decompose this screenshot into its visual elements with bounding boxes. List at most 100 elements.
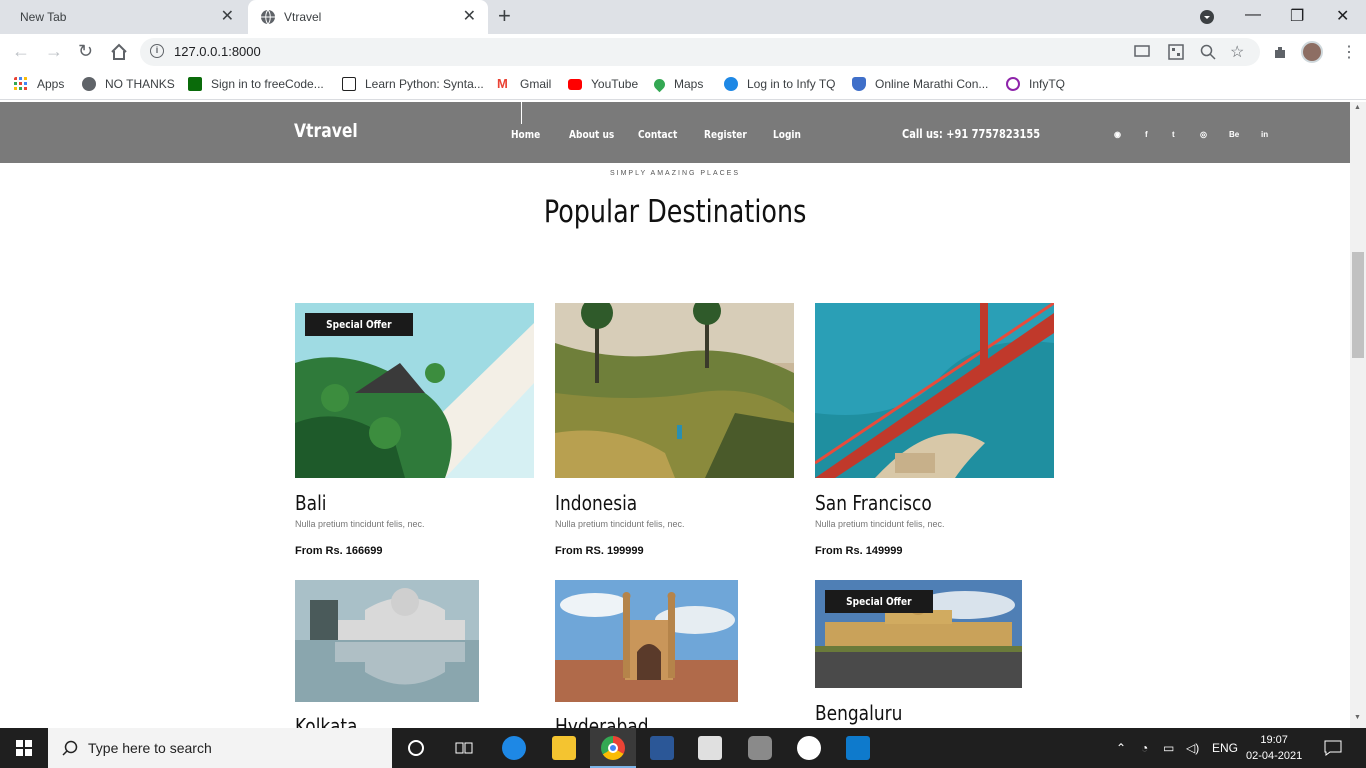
restore-icon[interactable]: ❐ <box>1290 6 1304 26</box>
destination-image-san-francisco[interactable] <box>815 303 1054 478</box>
language-indicator[interactable]: ENG <box>1212 741 1238 755</box>
tab-label: New Tab <box>20 10 67 24</box>
extensions-icon[interactable] <box>1272 44 1288 60</box>
destination-title[interactable]: Hyderabad <box>555 714 665 728</box>
back-icon[interactable]: ← <box>12 42 30 60</box>
windows-taskbar: Type here to search ⌃ ◔ ▭ ◁) ENG 19:07 0… <box>0 728 1366 768</box>
taskbar-clock[interactable]: 19:07 02-04-2021 <box>1246 732 1302 764</box>
facebook-icon[interactable]: f <box>1145 130 1148 139</box>
destination-title[interactable]: Indonesia <box>555 491 652 515</box>
section-title: Popular Destinations <box>543 194 807 230</box>
task-view-icon[interactable] <box>455 740 473 756</box>
destination-description: Nulla pretium tincidunt felis, nec. <box>555 519 685 529</box>
minimize-icon[interactable]: — <box>1245 6 1261 24</box>
word-icon[interactable] <box>650 736 674 760</box>
destination-image-hyderabad[interactable] <box>555 580 738 702</box>
battery-icon[interactable]: ▭ <box>1163 741 1174 755</box>
address-bar[interactable]: i 127.0.0.1:8000 ☆ <box>140 38 1260 66</box>
bookmark-apps[interactable]: Apps <box>14 77 64 91</box>
tab-vtravel[interactable]: Vtravel ✕ <box>248 0 488 34</box>
youtube-icon <box>568 78 582 90</box>
forward-icon[interactable]: → <box>45 42 63 60</box>
destination-price: From RS. 199999 <box>555 545 644 557</box>
destination-image-bengaluru[interactable]: Special Offer <box>815 580 1022 688</box>
app-icon[interactable] <box>797 736 821 760</box>
globe-icon <box>82 77 96 91</box>
chrome-icon-center <box>608 743 618 753</box>
network-icon[interactable]: ◔ <box>1141 741 1148 755</box>
tab-new-tab[interactable]: New Tab ✕ <box>0 0 246 34</box>
bookmark-gmail[interactable]: M Gmail <box>497 77 551 92</box>
destination-description: Nulla pretium tincidunt felis, nec. <box>815 519 945 529</box>
info-icon[interactable]: i <box>150 44 164 58</box>
bookmark-maps[interactable]: Maps <box>651 76 704 92</box>
apps-grid-icon <box>14 77 27 90</box>
avatar[interactable] <box>1301 41 1323 63</box>
bookmark-label: Online Marathi Con... <box>875 77 989 91</box>
bookmark-learn-python[interactable]: Learn Python: Synta... <box>342 77 484 91</box>
bookmark-infy-tq-login[interactable]: Log in to Infy TQ <box>724 77 836 91</box>
scrollbar-thumb[interactable] <box>1352 252 1364 358</box>
bookmark-online-marathi[interactable]: Online Marathi Con... <box>852 77 988 91</box>
tray-chevron-icon[interactable]: ⌃ <box>1116 741 1126 755</box>
bookmark-infytq[interactable]: InfyTQ <box>1006 77 1065 91</box>
nav-register[interactable]: Register <box>704 128 747 141</box>
twitter-icon[interactable]: t <box>1172 130 1175 139</box>
camera-icon[interactable] <box>748 736 772 760</box>
rice-terrace-image <box>555 303 794 478</box>
dribbble-icon[interactable]: ◉ <box>1114 130 1121 139</box>
nav-about-us[interactable]: About us <box>569 128 614 141</box>
star-icon[interactable]: ☆ <box>1230 42 1244 62</box>
globe-icon <box>261 9 275 25</box>
bookmark-label: Learn Python: Synta... <box>365 77 484 91</box>
taskbar-search-box[interactable]: Type here to search <box>48 728 392 768</box>
chrome-taskbar-button[interactable] <box>590 728 636 768</box>
page-scrollbar[interactable]: ▲ ▼ <box>1350 102 1366 728</box>
special-offer-badge: Special Offer <box>825 590 933 613</box>
scroll-up-icon[interactable]: ▲ <box>1354 104 1361 111</box>
tab-search-icon[interactable] <box>1200 10 1214 24</box>
bookmark-label: Sign in to freeCode... <box>211 77 324 91</box>
nav-active-indicator <box>521 102 522 124</box>
destination-image-kolkata[interactable] <box>295 580 479 702</box>
bookmark-youtube[interactable]: YouTube <box>568 77 638 91</box>
site-logo[interactable]: Vtravel <box>294 120 358 142</box>
destination-title[interactable]: Bengaluru <box>815 701 918 725</box>
cortana-icon[interactable] <box>408 740 424 756</box>
vscode-icon[interactable] <box>846 736 870 760</box>
behance-icon[interactable]: Be <box>1229 130 1239 139</box>
new-tab-icon[interactable]: + <box>498 5 511 27</box>
volume-icon[interactable]: ◁) <box>1186 741 1199 755</box>
linkedin-icon[interactable]: in <box>1261 130 1268 139</box>
cast-icon[interactable] <box>1134 45 1150 59</box>
scroll-down-icon[interactable]: ▼ <box>1354 714 1361 721</box>
qr-icon[interactable] <box>1168 44 1184 60</box>
close-window-icon[interactable]: ✕ <box>1336 6 1349 26</box>
notifications-icon[interactable] <box>1324 740 1342 756</box>
destination-title[interactable]: San Francisco <box>815 491 952 515</box>
site-header: Vtravel Home About us Contact Register L… <box>0 102 1350 163</box>
bookmark-no-thanks[interactable]: NO THANKS <box>82 77 175 91</box>
bookmark-label: Maps <box>674 77 704 91</box>
home-icon[interactable] <box>110 43 128 61</box>
python-file-icon[interactable] <box>698 736 722 760</box>
destination-image-indonesia[interactable] <box>555 303 794 478</box>
pinterest-icon[interactable]: ◎ <box>1200 130 1207 139</box>
reload-icon[interactable]: ↻ <box>78 42 93 60</box>
close-icon[interactable]: ✕ <box>463 9 476 25</box>
nav-contact[interactable]: Contact <box>638 128 677 141</box>
destination-image-bali[interactable]: Special Offer <box>295 303 534 478</box>
nav-login[interactable]: Login <box>773 128 801 141</box>
file-explorer-icon[interactable] <box>552 736 576 760</box>
destination-title[interactable]: Bali <box>295 491 332 515</box>
close-icon[interactable]: ✕ <box>221 9 234 25</box>
menu-icon[interactable]: ⋮ <box>1341 42 1357 62</box>
call-us-text: Call us: +91 7757823155 <box>902 127 1041 141</box>
bookmark-freecodecamp[interactable]: Sign in to freeCode... <box>188 77 324 91</box>
destination-title[interactable]: Kolkata <box>295 714 369 728</box>
zoom-icon[interactable] <box>1200 44 1216 60</box>
edge-icon[interactable] <box>502 736 526 760</box>
windows-start-icon[interactable] <box>16 740 32 756</box>
bookmarks-bar: Apps NO THANKS Sign in to freeCode... Le… <box>0 70 1366 100</box>
nav-home[interactable]: Home <box>511 128 540 141</box>
